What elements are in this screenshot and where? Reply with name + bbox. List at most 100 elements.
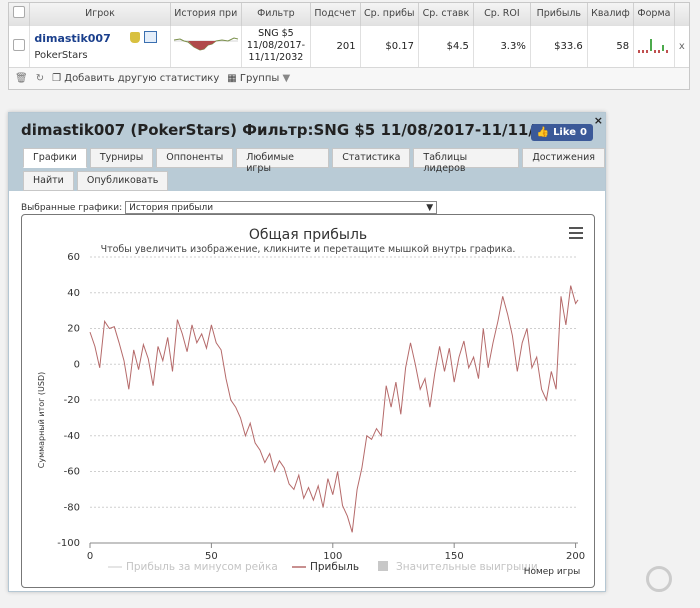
row-checkbox[interactable] bbox=[13, 38, 26, 51]
watermark-logo bbox=[624, 566, 694, 600]
profit-series-line[interactable] bbox=[89, 285, 579, 533]
tab-row-1: Графики Турниры Оппоненты Любимые игры Стати… bbox=[23, 148, 605, 174]
table-row: dimastik007 PokerStars SNG $5 11/08/2017… bbox=[9, 24, 689, 67]
add-stat-button[interactable]: ❐ Добавить другую статистику bbox=[52, 73, 219, 84]
close-icon[interactable]: × bbox=[594, 114, 603, 127]
row-checkbox-cell[interactable] bbox=[9, 24, 31, 67]
like-count: 0 bbox=[580, 127, 587, 138]
y-tick-label: -20 bbox=[64, 395, 80, 406]
history-sparkline[interactable] bbox=[173, 35, 238, 55]
select-all-header[interactable] bbox=[9, 3, 31, 25]
col-count[interactable]: Подсчет bbox=[310, 3, 361, 25]
form-bars bbox=[637, 38, 668, 53]
filter-cell: SNG $5 11/08/2017- 11/11/2032 bbox=[241, 24, 312, 67]
chart-menu-icon[interactable] bbox=[569, 227, 583, 239]
legend-label: Значительные выигрыши bbox=[396, 561, 538, 573]
filter-line-3: 11/11/2032 bbox=[248, 52, 304, 64]
groups-label: Группы bbox=[239, 73, 280, 84]
y-axis-label: Суммарный итог (USD) bbox=[37, 372, 46, 469]
col-avg-profit[interactable]: Ср. прибы bbox=[360, 3, 420, 25]
add-stat-label: Добавить другую статистику bbox=[64, 73, 220, 84]
add-stat-icon: ❐ bbox=[52, 73, 65, 84]
tab-r2-0[interactable]: Найти bbox=[23, 171, 74, 191]
col-player[interactable]: Игрок bbox=[29, 3, 171, 25]
legend-item-0[interactable]: Прибыль за минусом рейка bbox=[108, 561, 278, 573]
tab-r1-4[interactable]: Статистика bbox=[332, 148, 411, 168]
y-tick-label: 0 bbox=[74, 359, 80, 370]
avg-roi-cell: 3.3% bbox=[473, 24, 531, 67]
y-tick-label: 20 bbox=[67, 324, 80, 335]
chart-container[interactable]: Общая прибыль Чтобы увеличить изображени… bbox=[21, 214, 595, 588]
col-qualif[interactable]: Квалиф bbox=[587, 3, 635, 25]
trash-icon[interactable]: 🗑 bbox=[15, 73, 28, 84]
panel-title: dimastik007 (PokerStars) Фильтр:SNG $5 1… bbox=[21, 121, 576, 139]
avg-profit-cell: $0.17 bbox=[360, 24, 420, 67]
y-tick-label: -80 bbox=[64, 502, 80, 513]
form-cell bbox=[633, 24, 675, 67]
x-axis-label: Номер игры bbox=[524, 567, 581, 577]
trophy-icon[interactable] bbox=[130, 31, 141, 43]
chevron-down-icon: ▼ bbox=[282, 73, 291, 84]
table-header-row: Игрок История при Фильтр Подсчет Ср. при… bbox=[9, 3, 689, 25]
profile-card-icon[interactable] bbox=[144, 30, 158, 43]
thumbs-up-icon: 👍 bbox=[536, 127, 550, 138]
tab-r1-5[interactable]: Таблицы лидеров bbox=[413, 148, 520, 174]
col-form[interactable]: Форма bbox=[633, 3, 675, 25]
tab-r1-0[interactable]: Графики bbox=[23, 148, 87, 168]
chart-select-value: История прибыли bbox=[129, 202, 214, 213]
y-tick-label: 60 bbox=[67, 252, 80, 263]
x-tick-label: 0 bbox=[87, 551, 93, 562]
tab-r1-6[interactable]: Достижения bbox=[522, 148, 605, 168]
tab-r1-2[interactable]: Оппоненты bbox=[156, 148, 234, 168]
legend-marker bbox=[378, 561, 388, 571]
history-sparkline-cell[interactable] bbox=[170, 24, 242, 67]
profit-cell: $33.6 bbox=[530, 24, 588, 67]
chart-legend: Прибыль за минусом рейка Прибыль Значитель… bbox=[108, 561, 538, 573]
col-avg-roi[interactable]: Ср. ROI bbox=[473, 3, 531, 25]
col-remove bbox=[674, 3, 689, 25]
refresh-icon[interactable]: ↻ bbox=[36, 73, 44, 84]
facebook-like-button[interactable]: 👍 Like 0 bbox=[530, 124, 593, 141]
chart-select[interactable]: История прибыли ▼ bbox=[125, 201, 438, 214]
table-toolbar: 🗑 ↻ ❐ Добавить другую статистику ▦ Групп… bbox=[9, 67, 689, 89]
qualif-cell: 58 bbox=[587, 24, 635, 67]
groups-icon: ▦ bbox=[227, 73, 240, 84]
legend-item-1[interactable]: Прибыль bbox=[292, 561, 359, 573]
chart-subtitle: Чтобы увеличить изображение, кликните и … bbox=[101, 244, 516, 255]
legend-label: Прибыль bbox=[310, 561, 359, 573]
player-cell: dimastik007 PokerStars bbox=[29, 24, 171, 67]
chart-selector-row: Выбранные графики: История прибыли ▼ bbox=[21, 201, 438, 214]
x-tick-label: 200 bbox=[566, 551, 585, 562]
tab-row-2: Найти Опубликовать bbox=[23, 171, 169, 191]
chart-selector-label: Выбранные графики: bbox=[21, 202, 123, 213]
camera-icon bbox=[646, 566, 672, 592]
panel-header: dimastik007 (PokerStars) Фильтр:SNG $5 1… bbox=[9, 113, 605, 191]
y-tick-label: -40 bbox=[64, 431, 80, 442]
tab-r2-1[interactable]: Опубликовать bbox=[76, 171, 169, 191]
col-avg-stake[interactable]: Ср. ставк bbox=[418, 3, 474, 25]
stats-table: Игрок История при Фильтр Подсчет Ср. при… bbox=[8, 2, 690, 90]
chart-title: Общая прибыль bbox=[249, 227, 367, 243]
remove-row-button[interactable]: x bbox=[674, 24, 689, 67]
col-history[interactable]: История при bbox=[170, 3, 242, 25]
dropdown-arrow-icon: ▼ bbox=[426, 202, 434, 213]
room-label: PokerStars bbox=[34, 49, 88, 61]
legend-item-2[interactable]: Значительные выигрыши bbox=[378, 561, 538, 573]
avg-stake-cell: $4.5 bbox=[418, 24, 474, 67]
tab-r1-3[interactable]: Любимые игры bbox=[236, 148, 330, 174]
filter-line-1: SNG $5 bbox=[258, 28, 294, 40]
tab-r1-1[interactable]: Турниры bbox=[89, 148, 154, 168]
y-tick-label: -60 bbox=[64, 467, 80, 478]
like-label: Like bbox=[553, 127, 577, 138]
col-profit[interactable]: Прибыль bbox=[530, 3, 588, 25]
legend-label: Прибыль за минусом рейка bbox=[126, 561, 278, 573]
select-all-checkbox[interactable] bbox=[13, 6, 26, 19]
y-tick-label: 40 bbox=[67, 288, 80, 299]
player-detail-panel: dimastik007 (PokerStars) Фильтр:SNG $5 1… bbox=[8, 112, 606, 592]
col-filter[interactable]: Фильтр bbox=[241, 3, 312, 25]
profit-chart[interactable]: Общая прибыль Чтобы увеличить изображени… bbox=[22, 215, 594, 587]
count-cell: 201 bbox=[310, 24, 361, 67]
filter-line-2: 11/08/2017- bbox=[246, 40, 306, 52]
groups-dropdown[interactable]: ▦ Группы ▼ bbox=[227, 73, 290, 84]
y-tick-label: -100 bbox=[57, 538, 80, 549]
